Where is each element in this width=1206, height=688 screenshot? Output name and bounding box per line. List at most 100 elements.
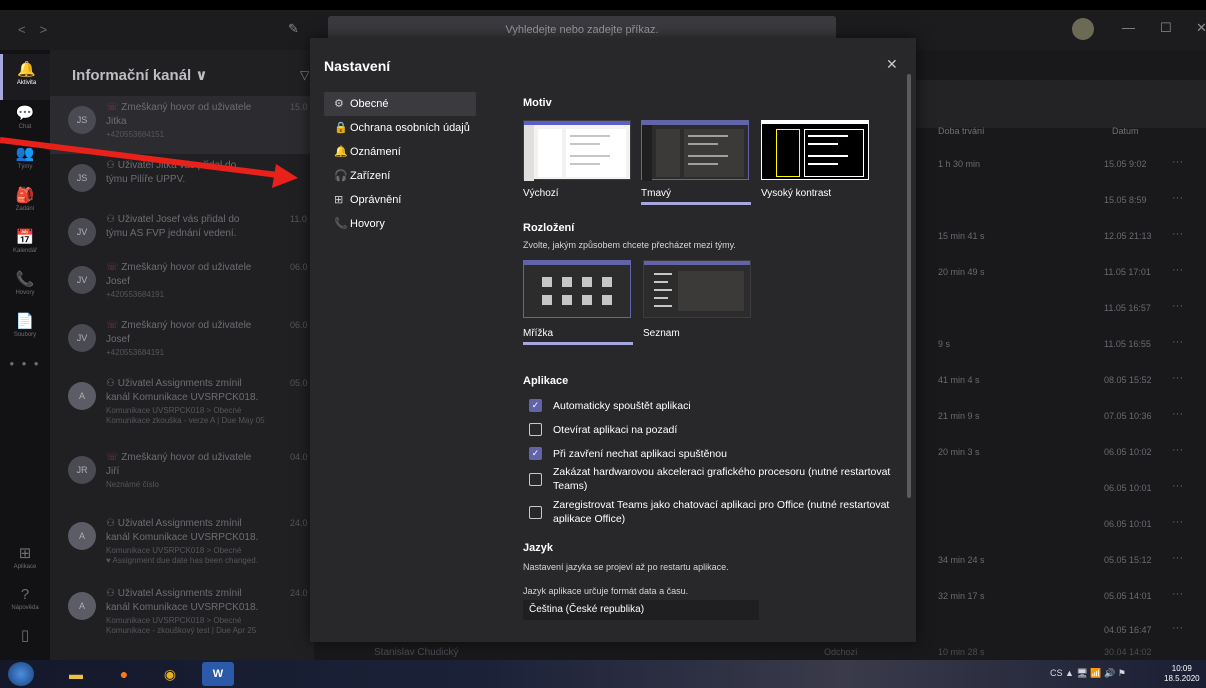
table-row[interactable]: 1 h 30 min 15.05 9:02 ··· <box>914 150 1206 179</box>
more-options-icon[interactable]: ··· <box>1172 372 1183 384</box>
theme-default-thumbnail[interactable] <box>523 120 631 181</box>
rail-item-calls[interactable]: 📞 Hovory <box>0 264 50 310</box>
rail-item-calendar[interactable]: 📅 Kalendář <box>0 222 50 268</box>
help-icon: ? <box>20 586 30 603</box>
rail-item-teams[interactable]: 👥 Týmy <box>0 138 50 184</box>
person-add-icon: ⚇ <box>106 160 118 171</box>
avatar: JS <box>68 106 96 134</box>
firefox-icon[interactable]: ● <box>108 662 140 686</box>
feed-item[interactable]: A ⚇ Uživatel Assignments zmínil kanál Ko… <box>50 512 314 578</box>
more-options-icon[interactable]: ··· <box>1172 480 1183 492</box>
table-row[interactable]: 20 min 3 s 06.05 10:02 ··· <box>914 438 1206 467</box>
table-row[interactable]: 9 s 11.05 16:55 ··· <box>914 330 1206 359</box>
table-row[interactable]: 32 min 17 s 05.05 14:01 ··· <box>914 582 1206 611</box>
more-options-icon[interactable]: ··· <box>1172 336 1183 348</box>
start-button[interactable] <box>8 662 34 686</box>
nav-notifications[interactable]: 🔔 Oznámení <box>324 140 476 164</box>
phone-icon: 📞 <box>15 271 35 288</box>
apps-icon: ⊞ <box>18 545 32 562</box>
theme-dark-thumbnail[interactable] <box>641 120 749 181</box>
nav-devices[interactable]: 🎧 Zařízení <box>324 164 476 188</box>
rail-item-activity[interactable]: 🔔 Aktivita <box>0 54 50 100</box>
more-apps-button[interactable]: • • • <box>0 356 50 371</box>
minimize-button[interactable]: — <box>1122 20 1135 35</box>
close-icon[interactable]: ✕ <box>886 56 898 73</box>
maximize-button[interactable]: ☐ <box>1160 20 1172 36</box>
rail-item-apps[interactable]: ⊞ Aplikace <box>0 538 50 584</box>
table-row[interactable]: 06.05 10:01 ··· <box>914 474 1206 503</box>
more-options-icon[interactable]: ··· <box>1172 622 1183 634</box>
layout-grid-thumbnail[interactable] <box>523 260 631 318</box>
system-tray[interactable]: CS ▲ 🖥 📶 🔊 ⚑ <box>1050 668 1126 679</box>
language-select[interactable]: Čeština (České republika) <box>523 600 759 620</box>
column-duration[interactable]: Doba trvání <box>938 126 985 136</box>
open-in-background-checkbox[interactable] <box>529 423 542 436</box>
chrome-icon[interactable]: ◉ <box>154 662 186 686</box>
more-options-icon[interactable]: ··· <box>1172 228 1183 240</box>
avatar: JS <box>68 164 96 192</box>
user-avatar[interactable] <box>1072 18 1094 40</box>
feed-item[interactable]: JS ⚇ Uživatel Jitka vás přidal do týmu P… <box>50 154 314 212</box>
settings-scrollbar[interactable] <box>907 74 911 498</box>
table-row[interactable]: 11.05 16:57 ··· <box>914 294 1206 323</box>
gear-icon: ⚙ <box>334 98 344 110</box>
call-duration: 10 min 28 s <box>938 647 985 657</box>
language-heading: Jazyk <box>523 542 553 554</box>
register-chat-app-checkbox[interactable] <box>529 506 542 519</box>
nav-calls[interactable]: 📞 Hovory <box>324 212 476 236</box>
table-row[interactable]: 21 min 9 s 07.05 10:36 ··· <box>914 402 1206 431</box>
disable-gpu-acceleration-checkbox[interactable] <box>529 473 542 486</box>
history-nav[interactable]: <> <box>18 22 61 37</box>
keep-running-checkbox[interactable]: ✓ <box>529 447 542 460</box>
more-options-icon[interactable]: ··· <box>1172 264 1183 276</box>
rail-item-files[interactable]: 📄 Soubory <box>0 306 50 352</box>
more-options-icon[interactable]: ··· <box>1172 156 1183 168</box>
table-row[interactable]: 04.05 16:47 ··· <box>914 616 1206 645</box>
auto-start-label: Automaticky spouštět aplikaci <box>553 400 691 412</box>
more-options-icon[interactable]: ··· <box>1172 516 1183 528</box>
feed-item[interactable]: JV ☏ Zmeškaný hovor od uživatele Josef +… <box>50 256 314 314</box>
feed-item[interactable]: JS ☏ Zmeškaný hovor od uživatele Jitka +… <box>50 96 314 154</box>
nav-permissions[interactable]: ⊞ Oprávnění <box>324 188 476 212</box>
table-row[interactable]: 34 min 24 s 05.05 15:12 ··· <box>914 546 1206 575</box>
table-row[interactable]: 41 min 4 s 08.05 15:52 ··· <box>914 366 1206 395</box>
more-options-icon[interactable]: ··· <box>1172 408 1183 420</box>
more-options-icon[interactable]: ··· <box>1172 444 1183 456</box>
layout-list-thumbnail[interactable] <box>643 260 751 318</box>
new-chat-icon[interactable]: ✎ <box>288 21 299 37</box>
feed-item[interactable]: JV ☏ Zmeškaný hovor od uživatele Josef +… <box>50 314 314 372</box>
rail-item-assignments[interactable]: 🎒 Zadání <box>0 180 50 226</box>
table-row[interactable]: 06.05 10:01 ··· <box>914 510 1206 539</box>
close-window-button[interactable]: ✕ <box>1196 20 1206 36</box>
mention-icon: ⚇ <box>106 518 118 529</box>
chevron-down-icon: ∨ <box>195 67 208 84</box>
table-row[interactable]: 15.05 8:59 ··· <box>914 186 1206 215</box>
column-date[interactable]: Datum <box>1112 126 1139 136</box>
more-options-icon[interactable]: ··· <box>1172 588 1183 600</box>
filter-icon[interactable]: ▽ <box>300 68 309 82</box>
headset-icon: 🎧 <box>334 170 348 182</box>
file-explorer-icon[interactable]: ▬ <box>60 662 92 686</box>
nav-privacy[interactable]: 🔒 Ochrana osobních údajů <box>324 116 476 140</box>
word-icon[interactable]: W <box>202 662 234 686</box>
feed-item[interactable]: A ⚇ Uživatel Assignments zmínil kanál Ko… <box>50 582 314 648</box>
dialog-title: Nastavení <box>324 58 391 74</box>
feed-title[interactable]: Informační kanál ∨ <box>72 66 208 84</box>
more-options-icon[interactable]: ··· <box>1172 552 1183 564</box>
missed-call-icon: ☏ <box>106 320 122 331</box>
table-row[interactable]: 20 min 49 s 11.05 17:01 ··· <box>914 258 1206 287</box>
missed-call-icon: ☏ <box>106 102 122 113</box>
auto-start-checkbox[interactable]: ✓ <box>529 399 542 412</box>
calendar-icon: 📅 <box>15 229 35 246</box>
nav-general[interactable]: ⚙ Obecné <box>324 92 476 116</box>
feed-item[interactable]: JR ☏ Zmeškaný hovor od uživatele Jiří Ne… <box>50 446 314 504</box>
theme-high-contrast-thumbnail[interactable] <box>761 120 869 180</box>
feed-item[interactable]: A ⚇ Uživatel Assignments zmínil kanál Ko… <box>50 372 314 438</box>
more-options-icon[interactable]: ··· <box>1172 192 1183 204</box>
disable-gpu-acceleration-label: Zakázat hardwarovou akceleraci grafickéh… <box>553 466 891 492</box>
clock[interactable]: 10:09 18.5.2020 <box>1164 664 1200 684</box>
more-options-icon[interactable]: ··· <box>1172 300 1183 312</box>
register-chat-app-label: Zaregistrovat Teams jako chatovací aplik… <box>553 499 890 525</box>
table-row[interactable]: 15 min 41 s 12.05 21:13 ··· <box>914 222 1206 251</box>
language-note: Nastavení jazyka se projeví až po restar… <box>523 562 729 572</box>
